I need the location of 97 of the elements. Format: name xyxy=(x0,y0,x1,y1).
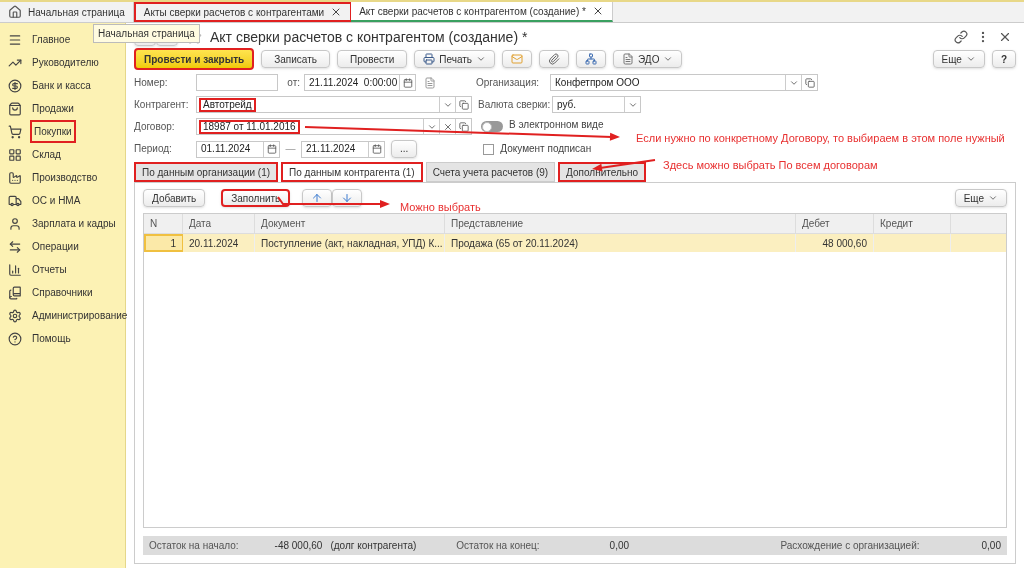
table-cell: Поступление (акт, накладная, УПД) К... xyxy=(255,234,445,252)
toggle-label: В электронном виде xyxy=(509,119,604,130)
section-tab[interactable]: Счета учета расчетов (9) xyxy=(425,162,556,182)
sidebar-item[interactable]: Главное xyxy=(0,29,77,50)
field-label: Номер: xyxy=(134,76,168,88)
window-tab[interactable]: Начальная страница xyxy=(0,2,134,22)
column-header[interactable]: Документ xyxy=(255,214,445,233)
sidebar-item[interactable]: Производство xyxy=(0,167,104,188)
sidebar-label: ОС и НМА xyxy=(31,194,82,208)
table-cell: 48 000,60 xyxy=(796,234,874,252)
sidebar-item[interactable]: Продажи xyxy=(0,98,80,119)
totals-label: Остаток на конец: xyxy=(456,539,540,553)
tab-label: Акт сверки расчетов с контрагентом (создание) * xyxy=(359,4,586,19)
tab-label: Акты сверки расчетов с контрагентами xyxy=(143,5,325,20)
totals-label: Расхождение с организацией: xyxy=(780,539,920,553)
field-value: 21.11.2024 xyxy=(305,144,357,154)
table-row[interactable]: 1 20.11.2024 Поступление (акт, накладная, УПД) К... Продажа (65 от 20.11.2024) 48 000,60 xyxy=(144,234,1006,252)
add-button[interactable]: Добавить xyxy=(143,189,206,207)
more-button[interactable]: Еще xyxy=(954,189,1007,207)
totals-note: (долг контрагента) xyxy=(330,539,417,553)
field-label: Договор: xyxy=(134,120,175,132)
field-value: Автотрейд xyxy=(199,97,256,112)
more-button[interactable]: Еще xyxy=(932,50,985,68)
field-label: от: xyxy=(287,76,300,88)
period-end-field[interactable]: 21.11.2024 xyxy=(301,140,385,158)
sidebar-item[interactable]: Банк и касса xyxy=(0,75,97,96)
totals-value: -48 000,60 xyxy=(274,539,323,553)
window-tab[interactable]: Акт сверки расчетов с контрагентом (создание) * xyxy=(351,2,613,22)
tab-label: Начальная страница xyxy=(28,5,125,20)
field-label: Период: xyxy=(134,143,172,154)
annotation-text: Можно выбрать xyxy=(400,200,481,215)
dash: — xyxy=(285,143,296,154)
field-value: 21.11.2024 0:00:00 xyxy=(308,77,399,88)
period-start-field[interactable]: 01.11.2024 xyxy=(196,140,280,158)
sidebar-label: Руководителю xyxy=(31,56,100,70)
sidebar-item[interactable]: Администрирование xyxy=(0,305,134,326)
field-value: 18987 от 11.01.2016 xyxy=(199,119,300,134)
sidebar-label: Справочники xyxy=(31,286,94,300)
sidebar-item[interactable]: Отчеты xyxy=(0,259,73,280)
sidebar-label: Производство xyxy=(31,171,99,185)
sidebar-label: Склад xyxy=(31,148,62,162)
totals-value: 0,00 xyxy=(981,539,1001,553)
totals-label: Остаток на начало: xyxy=(149,539,239,553)
sidebar-label: Продажи xyxy=(31,102,75,116)
column-header[interactable]: Кредит xyxy=(874,214,951,233)
section-tab[interactable]: Дополнительно xyxy=(558,162,647,182)
table-cell: Продажа (65 от 20.11.2024) xyxy=(445,234,796,252)
period-button[interactable]: ... xyxy=(391,140,418,158)
column-header[interactable]: Представление xyxy=(445,214,796,233)
sidebar-label: Администрирование xyxy=(31,309,129,323)
sidebar-item[interactable]: Покупки xyxy=(0,121,80,142)
totals-value: 0,00 xyxy=(609,539,630,553)
sidebar-item[interactable]: ОС и НМА xyxy=(0,190,87,211)
table-cell: 1 xyxy=(144,234,183,252)
field-label: Организация: xyxy=(476,76,540,88)
sidebar-item[interactable]: Операции xyxy=(0,236,85,257)
table-cell: 20.11.2024 xyxy=(183,234,255,252)
help-button[interactable]: ? xyxy=(991,50,1016,68)
column-header[interactable]: N xyxy=(144,214,183,233)
sidebar-label: Банк и касса xyxy=(31,79,92,93)
annotation-text: Если нужно по конкретному Договору, то выбираем в этом поле нужный xyxy=(636,131,1005,146)
field-value: Конфетпром ООО xyxy=(554,77,641,88)
sidebar-item[interactable]: Справочники xyxy=(0,282,99,303)
contract-field[interactable]: 18987 от 11.01.2016 xyxy=(196,118,472,135)
field-value: руб. xyxy=(556,99,578,110)
post-and-close-button[interactable]: Провести и закрыть xyxy=(134,48,255,70)
counterparty-field[interactable]: Автотрейд xyxy=(196,96,472,113)
tooltip: Начальная страница xyxy=(93,24,200,43)
sidebar-label: Операции xyxy=(31,240,80,254)
sidebar-label: Помощь xyxy=(31,332,72,346)
sidebar-label: Отчеты xyxy=(31,263,68,277)
organization-field[interactable]: Конфетпром ООО xyxy=(550,74,818,91)
sidebar-item[interactable]: Зарплата и кадры xyxy=(0,213,122,234)
date-field[interactable]: 21.11.2024 0:00:00 xyxy=(304,74,416,91)
section-tab[interactable]: По данным контрагента (1) xyxy=(281,162,423,182)
sidebar-item[interactable]: Помощь xyxy=(0,328,77,349)
toolbar-button[interactable]: Провести xyxy=(337,50,408,68)
section-tab[interactable]: По данным организации (1) xyxy=(134,162,279,182)
field-label: Контрагент: xyxy=(134,98,189,110)
annotation-text: Здесь можно выбрать По всем договорам xyxy=(663,158,878,173)
sidebar-label: Зарплата и кадры xyxy=(31,217,117,231)
edo-button[interactable]: ЭДО xyxy=(613,50,683,68)
currency-field[interactable]: руб. xyxy=(552,96,641,113)
column-header[interactable]: Дата xyxy=(183,214,255,233)
sidebar-item[interactable]: Руководителю xyxy=(0,52,105,73)
fill-button[interactable]: Заполнить xyxy=(221,189,291,207)
sidebar-label: Главное xyxy=(31,33,72,47)
print-button[interactable]: Печать xyxy=(414,50,495,68)
field-label: Валюта сверки: xyxy=(478,98,551,110)
form-title: Акт сверки расчетов с контрагентом (создание) * xyxy=(210,27,528,47)
toolbar-button[interactable]: Записать xyxy=(261,50,330,68)
window-tab[interactable]: Акты сверки расчетов с контрагентами xyxy=(133,2,352,22)
field-value: 01.11.2024 xyxy=(200,144,252,154)
checkbox-label: Документ подписан xyxy=(500,144,592,154)
sidebar-label: Покупки xyxy=(30,120,76,143)
column-header[interactable]: Дебет xyxy=(796,214,874,233)
sidebar-item[interactable]: Склад xyxy=(0,144,67,165)
